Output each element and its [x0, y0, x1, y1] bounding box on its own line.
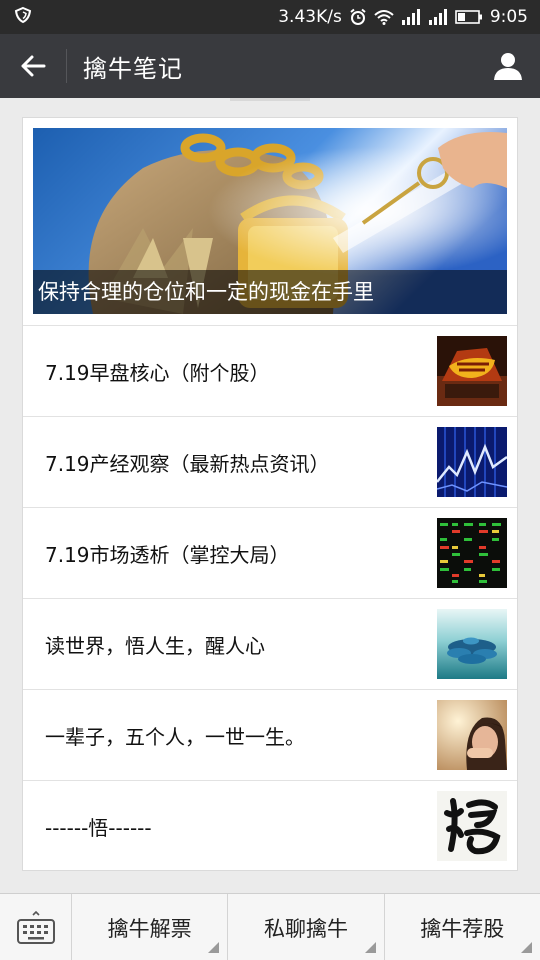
keyboard-toggle-button[interactable] — [0, 894, 72, 960]
clock-time: 9:05 — [489, 7, 528, 27]
article-title: ------悟------ — [45, 815, 152, 840]
app-header: 擒牛笔记 — [0, 34, 540, 98]
wifi-icon — [374, 9, 394, 25]
status-bar: 3.43K/s 9:05 — [0, 0, 540, 34]
article-list: 7.19早盘核心（附个股） 7.19产经观察（最新热点资讯） 7.19市场透析（… — [23, 325, 517, 871]
menu-button-jiepiao[interactable]: 擒牛解票 — [72, 894, 229, 960]
article-thumbnail — [437, 336, 507, 406]
article-title: 7.19市场透析（掌控大局） — [45, 542, 290, 567]
menu-button-private-chat[interactable]: 私聊擒牛 — [228, 894, 385, 960]
list-item[interactable]: ------悟------ — [23, 780, 517, 871]
shield-icon — [14, 6, 32, 29]
submenu-indicator-icon — [364, 942, 376, 953]
battery-icon — [455, 10, 483, 24]
article-thumbnail — [437, 609, 507, 679]
menu-button-label: 私聊擒牛 — [263, 916, 348, 941]
featured-article[interactable]: 保持合理的仓位和一定的现金在手里 — [33, 128, 507, 314]
article-thumbnail — [437, 791, 507, 861]
pull-indicator — [230, 98, 310, 101]
menu-button-label: 擒牛解票 — [107, 916, 192, 941]
bottom-menu-bar: 擒牛解票 私聊擒牛 擒牛荐股 — [0, 893, 540, 960]
network-speed: 3.43K/s — [278, 7, 342, 27]
article-thumbnail — [437, 518, 507, 588]
list-item[interactable]: 读世界，悟人生，醒人心 — [23, 598, 517, 689]
user-icon — [494, 53, 522, 80]
article-thumbnail — [437, 427, 507, 497]
keyboard-icon — [16, 910, 55, 944]
header-divider — [66, 49, 67, 83]
article-title: 7.19早盘核心（附个股） — [45, 360, 270, 385]
list-item[interactable]: 一辈子，五个人，一世一生。 — [23, 689, 517, 780]
article-title: 一辈子，五个人，一世一生。 — [45, 724, 305, 749]
menu-button-stock-picks[interactable]: 擒牛荐股 — [385, 894, 540, 960]
article-thumbnail — [437, 700, 507, 770]
article-title: 7.19产经观察（最新热点资讯） — [45, 451, 330, 476]
featured-caption: 保持合理的仓位和一定的现金在手里 — [33, 270, 507, 314]
article-title: 读世界，悟人生，醒人心 — [45, 633, 265, 658]
profile-button[interactable] — [476, 34, 540, 98]
arrow-left-icon — [21, 55, 46, 77]
submenu-indicator-icon — [208, 942, 220, 953]
list-item[interactable]: 7.19早盘核心（附个股） — [23, 325, 517, 416]
article-card: 保持合理的仓位和一定的现金在手里 7.19早盘核心（附个股） 7.19产经观察（… — [22, 117, 518, 871]
list-item[interactable]: 7.19市场透析（掌控大局） — [23, 507, 517, 598]
signal-icon — [401, 9, 421, 25]
menu-button-label: 擒牛荐股 — [420, 916, 505, 941]
alarm-icon — [349, 8, 367, 26]
list-item[interactable]: 7.19产经观察（最新热点资讯） — [23, 416, 517, 507]
signal-icon — [428, 9, 448, 25]
submenu-indicator-icon — [520, 942, 532, 953]
page-title: 擒牛笔记 — [83, 54, 183, 83]
back-button[interactable] — [0, 34, 66, 98]
